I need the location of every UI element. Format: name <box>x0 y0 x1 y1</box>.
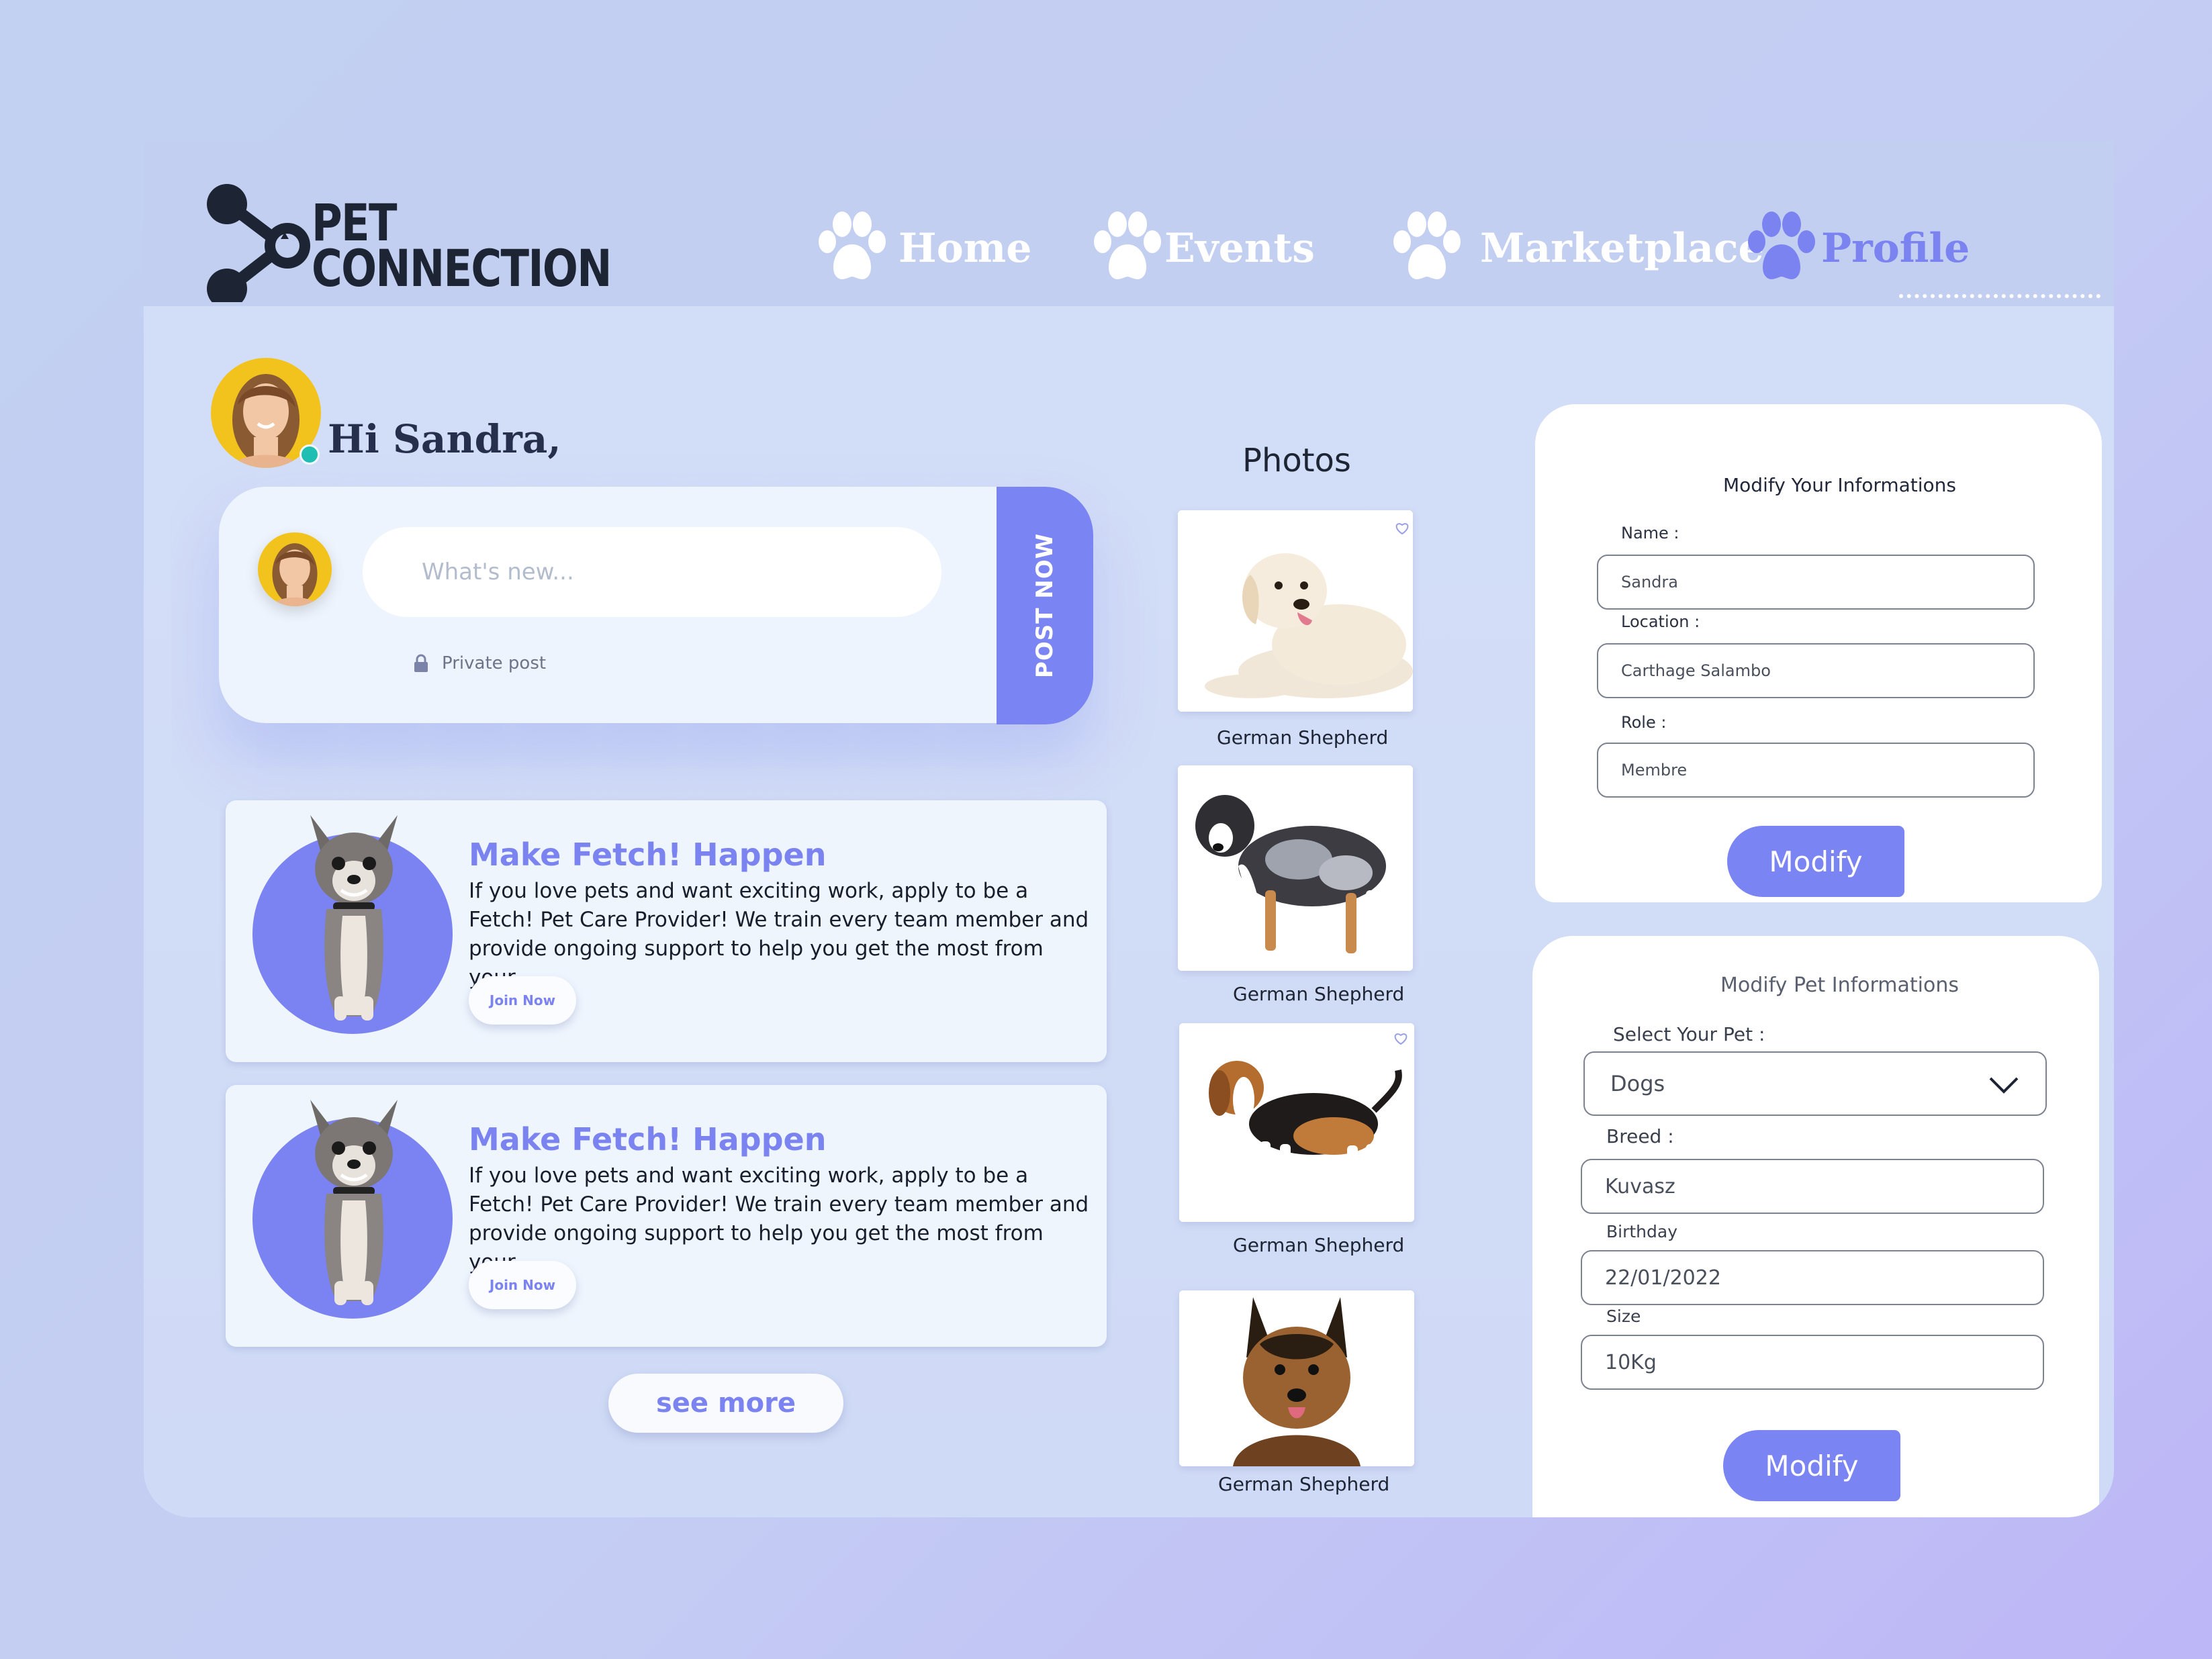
birthday-label: Birthday <box>1606 1222 1678 1241</box>
birthday-input[interactable] <box>1581 1250 2044 1305</box>
location-label: Location : <box>1621 612 1700 631</box>
paw-icon <box>819 211 886 279</box>
breed-input[interactable] <box>1581 1159 2044 1214</box>
pet-select[interactable]: Dogs <box>1583 1051 2047 1116</box>
chihuahua-icon <box>310 815 398 1021</box>
nav-marketplace-label: Marketplace <box>1480 225 1764 272</box>
private-post-label: Private post <box>442 653 547 673</box>
promo-card: Make Fetch! Happen If you love pets and … <box>226 800 1107 1062</box>
post-composer: Private post <box>219 487 1092 723</box>
active-nav-underline <box>1899 294 2101 298</box>
select-pet-label: Select Your Pet : <box>1613 1023 1765 1045</box>
brand-logo[interactable]: PET CONNECTION <box>204 181 612 302</box>
dog-photo-icon <box>1178 510 1413 712</box>
name-label: Name : <box>1621 524 1679 542</box>
app-frame: PET CONNECTION Home Events Marketplace P… <box>144 141 2114 1517</box>
promo-description: If you love pets and want exciting work,… <box>469 879 1089 990</box>
online-status-dot <box>299 444 320 465</box>
photo-labrador[interactable] <box>1178 510 1413 712</box>
person-avatar-icon <box>271 543 318 606</box>
user-info-panel: Modify Your Informations Name : Location… <box>1535 404 2102 902</box>
post-input[interactable] <box>363 527 941 617</box>
nav-home-label: Home <box>898 225 1032 272</box>
chihuahua-icon <box>310 1100 398 1305</box>
photo-caption: German Shepherd <box>1233 1234 1405 1256</box>
paw-icon <box>1094 211 1161 279</box>
paw-icon <box>1393 211 1461 279</box>
promo-description: If you love pets and want exciting work,… <box>469 1164 1089 1274</box>
brand-name: PET CONNECTION <box>312 193 612 298</box>
nav-events[interactable]: Events <box>1091 208 1315 289</box>
promo-title: Make Fetch! Happen <box>469 837 827 873</box>
modify-pet-button[interactable]: Modify <box>1723 1430 1900 1501</box>
chevron-down-icon <box>1989 1077 2019 1094</box>
nav-events-label: Events <box>1164 225 1315 272</box>
see-more-button[interactable]: see more <box>608 1374 843 1433</box>
dog-photo-icon <box>1179 1023 1414 1222</box>
dog-photo-icon <box>1179 1290 1414 1466</box>
post-now-button[interactable]: POST NOW <box>997 487 1093 724</box>
nav-profile[interactable]: Profile <box>1745 208 1970 289</box>
user-form-title: Modify Your Informations <box>1723 474 1957 496</box>
nav-marketplace[interactable]: Marketplace <box>1390 208 1764 289</box>
join-now-button[interactable]: Join Now <box>469 976 576 1025</box>
share-icon <box>207 184 310 302</box>
composer-avatar <box>258 532 332 606</box>
photo-australian-shepherd[interactable] <box>1178 765 1413 971</box>
pet-select-value: Dogs <box>1610 1071 1665 1096</box>
post-now-label: POST NOW <box>1031 532 1059 679</box>
photo-caption: German Shepherd <box>1217 726 1389 749</box>
size-label: Size <box>1606 1307 1641 1326</box>
greeting-text: Hi Sandra, <box>328 416 561 462</box>
nav-profile-label: Profile <box>1821 225 1970 272</box>
photos-heading: Photos <box>1242 442 1351 479</box>
pet-info-panel: Modify Pet Informations Select Your Pet … <box>1532 936 2099 1517</box>
photo-german-shepherd[interactable] <box>1179 1290 1414 1466</box>
heart-icon[interactable] <box>1394 1033 1408 1045</box>
breed-label: Breed : <box>1606 1125 1674 1147</box>
size-input[interactable] <box>1581 1335 2044 1390</box>
name-input[interactable] <box>1597 555 2035 610</box>
role-label: Role : <box>1621 713 1667 732</box>
dog-photo-icon <box>1178 765 1413 971</box>
promo-card: Make Fetch! Happen If you love pets and … <box>226 1085 1107 1347</box>
private-post-toggle[interactable]: Private post <box>414 653 546 673</box>
heart-icon[interactable] <box>1395 522 1409 534</box>
paw-icon <box>1748 211 1815 279</box>
pet-form-title: Modify Pet Informations <box>1720 974 1960 997</box>
location-input[interactable] <box>1597 643 2035 698</box>
promo-image <box>252 1100 453 1319</box>
nav-home[interactable]: Home <box>815 208 1031 289</box>
photo-caption: German Shepherd <box>1233 983 1405 1005</box>
photo-beagle[interactable] <box>1179 1023 1414 1222</box>
join-now-button[interactable]: Join Now <box>469 1261 576 1309</box>
promo-image <box>252 815 453 1034</box>
modify-user-button[interactable]: Modify <box>1727 826 1904 897</box>
lock-icon <box>414 654 428 672</box>
role-input[interactable] <box>1597 743 2035 798</box>
photo-caption: German Shepherd <box>1218 1473 1390 1495</box>
promo-title: Make Fetch! Happen <box>469 1121 827 1157</box>
